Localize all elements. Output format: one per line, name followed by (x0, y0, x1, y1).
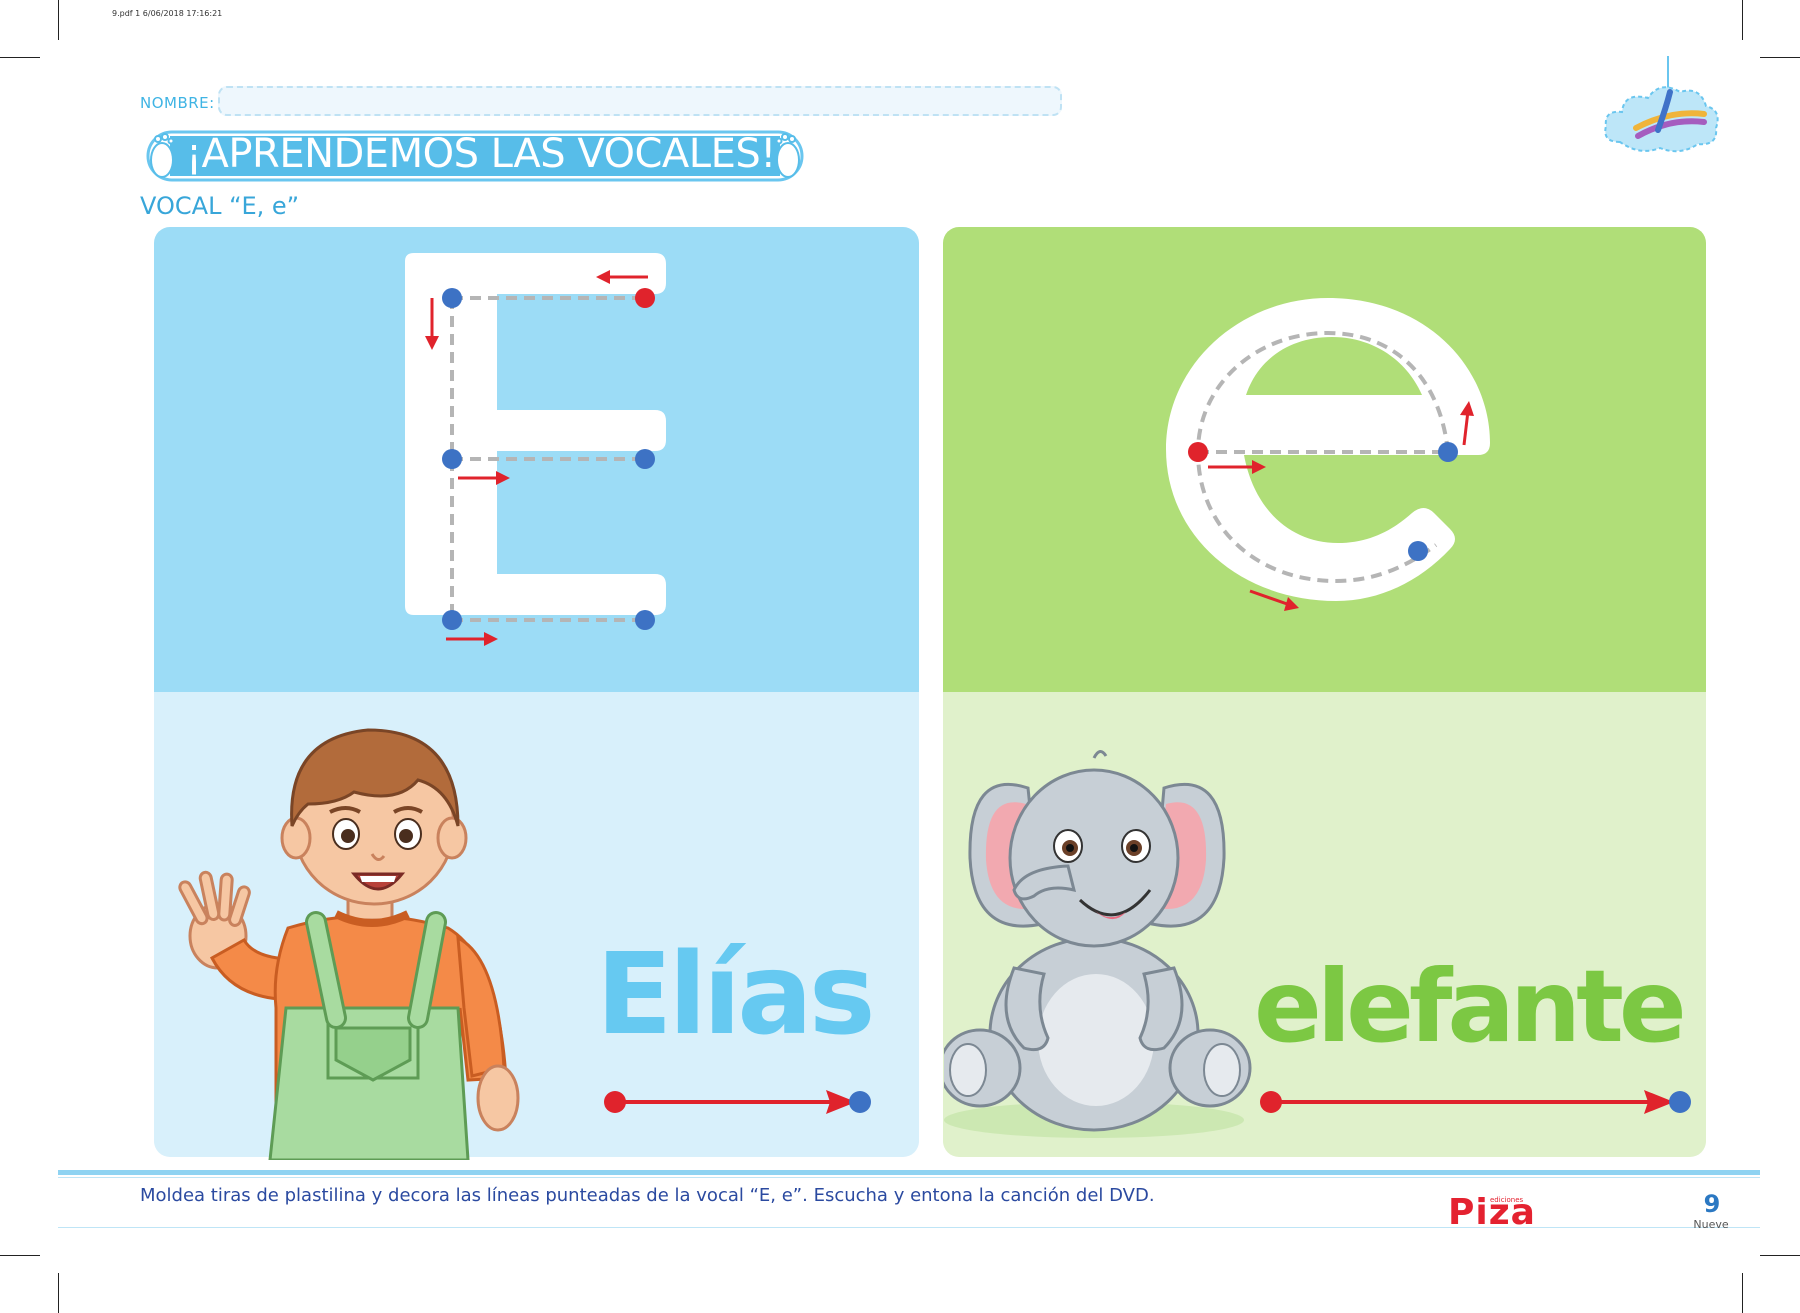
page-subtitle: VOCAL “E, e” (140, 192, 300, 220)
end-dot (849, 1091, 871, 1113)
end-dot (635, 449, 655, 469)
elephant-illustration (944, 750, 1252, 1138)
crop-mark (0, 1255, 40, 1256)
page-number: 9 (1703, 1190, 1721, 1218)
end-dot (1669, 1091, 1691, 1113)
crop-mark (1742, 0, 1743, 40)
footer-divider (58, 1177, 1760, 1178)
crop-mark (58, 0, 59, 40)
crop-mark (1742, 1273, 1743, 1313)
start-dot (604, 1091, 626, 1113)
end-dot (635, 610, 655, 630)
crop-mark (1760, 1255, 1800, 1256)
letter-e-shape (405, 253, 666, 615)
crop-mark (1760, 57, 1800, 58)
start-dot (1188, 442, 1208, 462)
word-elefante: elefante (1254, 948, 1687, 1065)
end-dot (442, 610, 462, 630)
crop-mark (58, 1273, 59, 1313)
brand-logo: Piza (1448, 1192, 1536, 1233)
word-trace-arrow[interactable] (1256, 1088, 1696, 1116)
word-elias: Elías (596, 930, 876, 1060)
instruction-text: Moldea tiras de plastilina y decora las … (140, 1185, 1155, 1206)
cloud-logo-icon (1604, 56, 1719, 153)
name-field[interactable] (218, 86, 1062, 116)
start-dot (1260, 1091, 1282, 1113)
start-dot (635, 288, 655, 308)
end-dot (442, 449, 462, 469)
start-dot (442, 288, 462, 308)
name-label: NOMBRE: (140, 94, 215, 112)
word-trace-arrow[interactable] (598, 1088, 878, 1116)
page-number-word: Nueve (1693, 1218, 1729, 1231)
end-dot (1408, 541, 1428, 561)
page-title: ¡APRENDEMOS LAS VOCALES! (186, 131, 776, 177)
uppercase-e-tracing[interactable] (400, 250, 670, 670)
boy-illustration (178, 728, 520, 1160)
lowercase-e-tracing[interactable] (1160, 295, 1494, 625)
footer-divider (58, 1170, 1760, 1175)
print-info: 9.pdf 1 6/06/2018 17:16:21 (112, 9, 223, 18)
end-dot (1438, 442, 1458, 462)
crop-mark (0, 57, 40, 58)
